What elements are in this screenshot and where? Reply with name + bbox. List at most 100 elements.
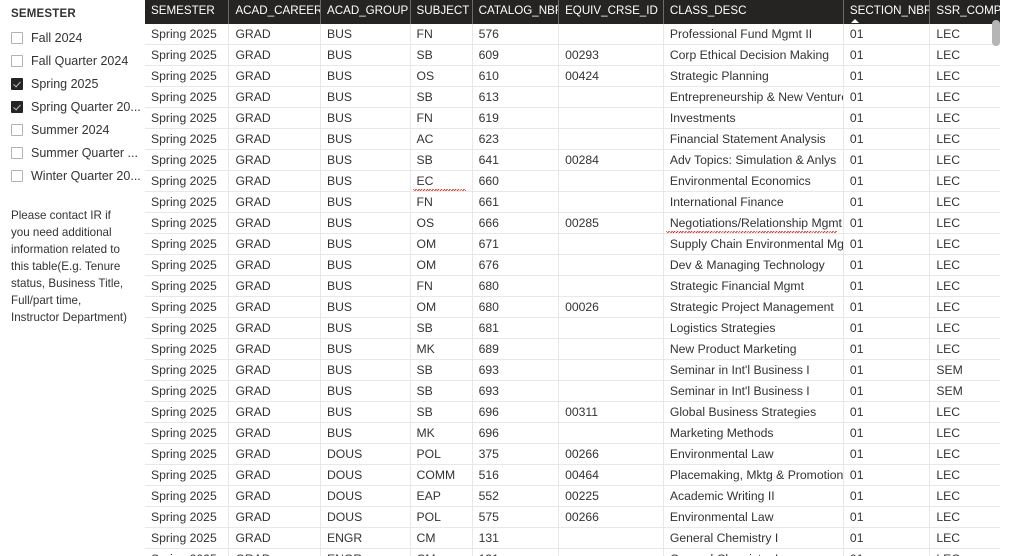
table-cell[interactable]: CM [410, 548, 473, 556]
table-cell[interactable]: 680 [472, 296, 560, 318]
table-row[interactable]: Spring 2025 GRAD BUS OM 680 00026 Strategic Pr… [145, 296, 1024, 318]
table-cell[interactable]: GRAD [228, 170, 321, 192]
table-cell[interactable]: GRAD [228, 527, 321, 549]
table-cell[interactable]: 01 [843, 464, 931, 486]
table-cell[interactable]: GRAD [228, 254, 321, 276]
table-row[interactable]: Spring 2025 GRAD BUS FN 576 Professional Fund… [145, 24, 1024, 45]
table-cell[interactable]: Strategic Planning [663, 65, 844, 87]
table-row[interactable]: Spring 2025 GRAD DOUS EAP 552 00225 Academic W… [145, 485, 1024, 507]
table-cell[interactable]: 01 [843, 24, 931, 45]
table-cell[interactable]: SB [410, 401, 473, 423]
table-cell[interactable]: BUS [320, 380, 411, 402]
table-cell[interactable]: 680 [472, 275, 560, 297]
table-cell[interactable]: BUS [320, 233, 411, 255]
table-cell[interactable]: BUS [320, 317, 411, 339]
table-cell[interactable]: Spring 2025 [145, 443, 230, 465]
checkbox-unchecked-icon[interactable] [11, 146, 23, 159]
column-header-acad_group[interactable]: ACAD_GROUP [320, 0, 411, 24]
table-row[interactable]: Spring 2025 GRAD BUS EC 660 Environmental Eco… [145, 170, 1024, 192]
table-cell[interactable] [558, 359, 664, 381]
table-cell[interactable]: 641 [472, 149, 560, 171]
table-cell[interactable]: 609 [472, 44, 560, 66]
table-cell[interactable]: 00285 [558, 212, 664, 234]
checkbox-unchecked-icon[interactable] [11, 123, 23, 136]
table-cell[interactable]: 01 [843, 506, 931, 528]
table-cell[interactable]: 623 [472, 128, 560, 150]
table-cell[interactable]: BUS [320, 128, 411, 150]
table-cell[interactable]: OM [410, 254, 473, 276]
semester-filter-item[interactable]: Fall 2024 [0, 26, 145, 49]
table-cell[interactable]: OM [410, 233, 473, 255]
table-cell[interactable]: BUS [320, 65, 411, 87]
table-cell[interactable] [558, 254, 664, 276]
table-cell[interactable]: Adv Topics: Simulation & Anlys [663, 149, 844, 171]
table-row[interactable]: Spring 2025 GRAD BUS FN 661 International Fin… [145, 191, 1024, 213]
table-cell[interactable]: 661 [472, 191, 560, 213]
table-cell[interactable]: 660 [472, 170, 560, 192]
table-row[interactable]: Spring 2025 GRAD BUS FN 619 Investments 01 LEC [145, 107, 1024, 129]
table-cell[interactable]: SB [410, 86, 473, 108]
table-cell[interactable]: GRAD [228, 233, 321, 255]
table-cell[interactable]: GRAD [228, 401, 321, 423]
table-cell[interactable]: CM [410, 527, 473, 549]
table-cell[interactable]: DOUS [320, 506, 411, 528]
table-cell[interactable]: Spring 2025 [145, 506, 230, 528]
table-cell[interactable]: 01 [843, 359, 931, 381]
table-cell[interactable]: BUS [320, 44, 411, 66]
vertical-scrollbar[interactable] [992, 0, 1000, 556]
table-cell[interactable] [558, 548, 664, 556]
column-header-section_nbr[interactable]: SECTION_NBR [843, 0, 931, 24]
table-cell[interactable]: OS [410, 212, 473, 234]
table-cell[interactable]: OM [410, 296, 473, 318]
table-cell[interactable]: BUS [320, 359, 411, 381]
table-cell[interactable]: BUS [320, 338, 411, 360]
table-cell[interactable]: 552 [472, 485, 560, 507]
table-cell[interactable]: 01 [843, 380, 931, 402]
table-cell[interactable]: 01 [843, 107, 931, 129]
semester-filter-item[interactable]: Spring Quarter 20... [0, 95, 145, 118]
table-cell[interactable]: OS [410, 65, 473, 87]
table-cell[interactable]: DOUS [320, 464, 411, 486]
table-cell[interactable]: BUS [320, 191, 411, 213]
table-cell[interactable]: Logistics Strategies [663, 317, 844, 339]
table-cell[interactable]: Corp Ethical Decision Making [663, 44, 844, 66]
table-cell[interactable]: Environmental Economics [663, 170, 844, 192]
table-cell[interactable]: 666 [472, 212, 560, 234]
table-cell[interactable]: 516 [472, 464, 560, 486]
table-cell[interactable]: 619 [472, 107, 560, 129]
table-cell[interactable]: International Finance [663, 191, 844, 213]
table-cell[interactable]: 681 [472, 317, 560, 339]
table-cell[interactable]: 693 [472, 359, 560, 381]
table-cell[interactable]: 676 [472, 254, 560, 276]
column-header-catalog_nbr[interactable]: CATALOG_NBR [472, 0, 560, 24]
table-row[interactable]: Spring 2025 GRAD BUS OM 676 Dev & Managing Te… [145, 254, 1024, 276]
table-cell[interactable]: GRAD [228, 65, 321, 87]
table-row[interactable]: Spring 2025 GRAD BUS OM 671 Supply Chain Envi… [145, 233, 1024, 255]
table-cell[interactable]: General Chemistry I [663, 548, 844, 556]
table-row[interactable]: Spring 2025 GRAD DOUS POL 575 00266 Environmen… [145, 506, 1024, 528]
table-cell[interactable]: 696 [472, 422, 560, 444]
table-cell[interactable]: 575 [472, 506, 560, 528]
table-cell[interactable]: Spring 2025 [145, 380, 230, 402]
table-cell[interactable]: Spring 2025 [145, 485, 230, 507]
checkbox-checked-icon[interactable] [11, 100, 23, 113]
table-cell[interactable]: 01 [843, 443, 931, 465]
table-cell[interactable]: Spring 2025 [145, 65, 230, 87]
table-cell[interactable] [558, 338, 664, 360]
checkbox-unchecked-icon[interactable] [11, 169, 23, 182]
table-cell[interactable]: Spring 2025 [145, 86, 230, 108]
table-cell[interactable]: General Chemistry I [663, 527, 844, 549]
table-cell[interactable]: SB [410, 44, 473, 66]
table-cell[interactable]: Negotiations/Relationship Mgmt [663, 212, 844, 234]
table-cell[interactable]: Spring 2025 [145, 24, 230, 45]
table-row[interactable]: Spring 2025GRADENGRCM131 General Chemistr… [145, 548, 1024, 556]
table-cell[interactable]: Spring 2025 [145, 233, 230, 255]
table-cell[interactable]: BUS [320, 107, 411, 129]
checkbox-unchecked-icon[interactable] [11, 31, 23, 44]
table-cell[interactable]: COMM [410, 464, 473, 486]
table-cell[interactable]: GRAD [228, 191, 321, 213]
table-row[interactable]: Spring 2025 GRAD BUS SB 681 Logistics Strateg… [145, 317, 1024, 339]
table-row[interactable]: Spring 2025 GRAD BUS MK 689 New Product Marke… [145, 338, 1024, 360]
table-row[interactable]: Spring 2025 GRAD BUS AC 623 Financial Stateme… [145, 128, 1024, 150]
table-cell[interactable]: BUS [320, 254, 411, 276]
